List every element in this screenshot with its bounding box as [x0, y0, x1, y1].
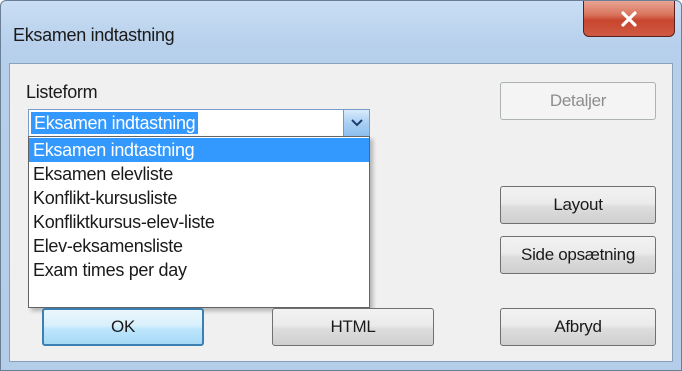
ok-button[interactable]: OK [42, 308, 204, 346]
layout-button[interactable]: Layout [500, 186, 656, 224]
title-bar[interactable]: Eksamen indtastning [1, 1, 681, 63]
combobox-dropdown-button[interactable] [343, 110, 369, 136]
dropdown-option[interactable]: Konflikt-kursusliste [29, 186, 369, 210]
dropdown-option[interactable]: Eksamen elevliste [29, 162, 369, 186]
dialog-body: Listeform Eksamen indtastning Eksamen in… [9, 63, 673, 362]
close-button[interactable] [583, 1, 675, 37]
dropdown-option[interactable]: Konfliktkursus-elev-liste [29, 210, 369, 234]
close-icon [620, 10, 638, 27]
html-button[interactable]: HTML [272, 308, 434, 346]
cancel-button[interactable]: Afbryd [500, 308, 656, 346]
details-button[interactable]: Detaljer [500, 82, 656, 120]
listeform-combobox[interactable]: Eksamen indtastning [28, 109, 370, 137]
chevron-down-icon [350, 114, 363, 132]
dropdown-option[interactable]: Exam times per day [29, 258, 369, 282]
page-setup-button[interactable]: Side opsætning [500, 236, 656, 274]
listeform-dropdown-list: Eksamen indtastning Eksamen elevliste Ko… [28, 136, 370, 308]
dropdown-option[interactable]: Elev-eksamensliste [29, 234, 369, 258]
dialog-window: Eksamen indtastning Listeform Eksamen in… [0, 0, 682, 371]
window-title: Eksamen indtastning [13, 25, 175, 45]
listeform-label: Listeform [26, 82, 98, 102]
combobox-selected-value: Eksamen indtastning [31, 112, 199, 134]
dropdown-option[interactable]: Eksamen indtastning [29, 138, 369, 162]
